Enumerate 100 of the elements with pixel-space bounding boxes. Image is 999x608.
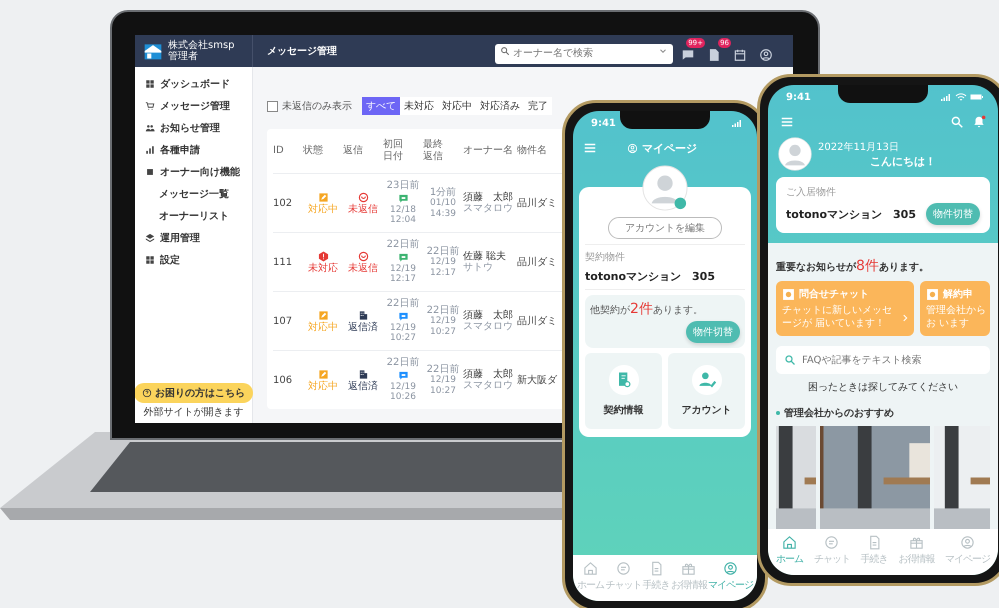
search-field[interactable]: FAQや記事をテキスト検索	[776, 346, 990, 374]
sidebar-item[interactable]: オーナー向け機能	[135, 161, 252, 183]
status-time: 9:41	[591, 118, 616, 128]
home-icon	[782, 534, 797, 550]
status-label: 対応中	[308, 204, 338, 216]
reply-label: 未返信	[348, 204, 378, 216]
date-text: 12/19	[430, 375, 456, 386]
column-header: 返信	[343, 145, 363, 157]
sidebar-subitem[interactable]: メッセージ一覧	[135, 183, 252, 205]
company-name: 株式会社smsp	[168, 40, 235, 51]
table-cell-text: 品川ダミ	[517, 314, 557, 328]
card-text: チャットに新しいメッセージが 届いています！	[782, 305, 893, 330]
sidebar-item[interactable]: ダッシュボード	[135, 73, 252, 95]
role-label: 管理者	[168, 51, 199, 62]
status-label: 対応中	[308, 322, 338, 334]
elapsed-time: 23日前	[386, 180, 420, 192]
building-icon	[358, 310, 368, 321]
sidebar-item[interactable]: 各種申請	[135, 139, 252, 161]
elapsed-time: 22日前	[426, 246, 460, 257]
signal-icon	[731, 119, 743, 127]
menu-tile[interactable]: 契約情報	[585, 353, 662, 429]
owner-kana: スマタロウ	[463, 380, 513, 392]
table-cell-text: 新大阪ダ	[517, 374, 557, 387]
menu-icon[interactable]	[780, 115, 794, 129]
building-icon	[358, 368, 368, 380]
bar-chart-icon	[145, 145, 155, 155]
date-text: 12/19	[430, 316, 456, 327]
owner-kana: スマタロウ	[463, 321, 513, 332]
table-cell: 102	[273, 198, 292, 208]
sidebar-subitem[interactable]: オーナーリスト	[135, 205, 252, 227]
status-label: 対応中	[308, 380, 338, 392]
field-label: 契約物件	[585, 250, 626, 264]
elapsed-time: 22日前	[386, 298, 420, 310]
owner-name: 須藤 太郎	[463, 368, 513, 380]
property-name: totonoマンション 305	[786, 206, 916, 222]
card-text: 管理会社からお います	[926, 305, 986, 330]
column-header: 物件名	[517, 145, 547, 157]
note-icon	[318, 368, 328, 380]
search-icon	[784, 354, 796, 366]
time-text: 12:17	[390, 274, 416, 285]
table-cell-text: 品川ダミ	[517, 196, 557, 210]
property-name: totonoマンション 305	[585, 269, 716, 284]
reply-label: 返信済	[348, 380, 378, 392]
notice-text: 重要なお知らせが8件あります。	[776, 257, 930, 275]
greeting-text: こんにちは！	[870, 154, 936, 168]
date-text: 2022年11月13日	[818, 140, 900, 154]
menu-tile[interactable]: アカウント	[668, 353, 745, 429]
signal-icon	[940, 93, 952, 101]
edit-account-button[interactable]: アカウントを編集	[608, 217, 722, 239]
note-icon	[318, 192, 328, 203]
sidebar-item[interactable]: 運用管理	[135, 227, 252, 249]
hint-text: 困ったときは探してみてください	[807, 381, 959, 394]
note-icon	[318, 310, 328, 321]
page-title: メッセージ管理	[267, 44, 337, 58]
time-text: 10:27	[430, 386, 456, 396]
date-text: 12/19	[390, 264, 416, 274]
date-text: 12/19	[390, 382, 416, 392]
calendar-icon	[733, 48, 747, 62]
avatar-icon	[778, 137, 812, 171]
elapsed-time: 1分前	[430, 186, 456, 198]
contract-count-text: 他契約が2件あります。	[590, 300, 703, 318]
person-edit-icon	[692, 365, 722, 395]
owner-kana: スマタロウ	[463, 203, 513, 214]
grid-icon	[145, 255, 155, 265]
square-icon	[145, 167, 155, 177]
filter-tab[interactable]: すべて	[362, 97, 400, 115]
column-header: 初回 日付	[383, 139, 404, 163]
column-header: ID	[273, 145, 284, 157]
time-text: 10:26	[390, 392, 416, 403]
search-icon	[500, 46, 510, 56]
date-text: 12/19	[430, 257, 456, 268]
grid-icon	[145, 79, 155, 89]
gift-icon	[908, 534, 924, 550]
ring-icon	[358, 250, 368, 262]
column-header: 最終 返信	[423, 139, 444, 163]
elapsed-time: 22日前	[426, 304, 460, 316]
sidebar-item[interactable]: 設定	[135, 249, 252, 271]
sidebar-item[interactable]: お知らせ管理	[135, 117, 252, 139]
owner-name: 佐藤 聡夫	[463, 250, 506, 262]
help-note: 外部サイトが開きます	[144, 406, 244, 419]
bell-icon[interactable]	[972, 115, 986, 129]
sidebar-item[interactable]: メッセージ管理	[135, 95, 252, 117]
column-header: 状態	[303, 145, 323, 157]
search-field[interactable]: オーナー名で検索	[495, 44, 673, 64]
people-icon	[145, 123, 155, 133]
field-label: ご入居物件	[786, 186, 837, 199]
nav-tab[interactable]: ホーム	[776, 534, 803, 566]
reply-label: 未返信	[348, 262, 378, 274]
table-cell-text: 品川ダミ	[517, 256, 557, 269]
time-text: 14:39	[430, 208, 456, 220]
nav-tab[interactable]: マイページ	[708, 560, 753, 592]
help-button[interactable]: お困りの方はこちら	[135, 383, 253, 403]
gift-icon	[681, 560, 696, 576]
date-text: 12/19	[390, 322, 416, 333]
owner-kana: サトウ	[463, 262, 493, 274]
menu-icon[interactable]	[583, 141, 597, 155]
checkbox[interactable]	[267, 100, 278, 112]
user-icon	[627, 142, 638, 154]
time-text: 12:04	[390, 215, 416, 226]
search-icon[interactable]	[950, 115, 964, 129]
